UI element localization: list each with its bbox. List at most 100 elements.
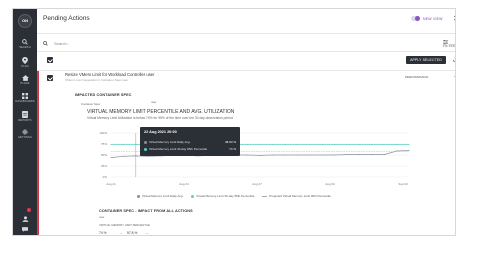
tooltip-date: 22 Aug 2021 20:00 (144, 130, 177, 134)
data-point (358, 143, 360, 145)
x-tick-label: Aug 21 (106, 182, 116, 186)
sidebar-item-dashboards[interactable]: DASHBOARDS (13, 93, 37, 103)
dashboard-icon (22, 93, 28, 99)
data-point (334, 143, 335, 145)
data-point (110, 143, 112, 145)
data-point (259, 143, 261, 145)
x-tick-label: Aug 27 (252, 182, 262, 186)
impacted-name[interactable]: user (151, 100, 156, 104)
data-point (334, 154, 335, 156)
legend-item[interactable]: Virtual Memory Limit 30-day 95th Percent… (191, 194, 254, 198)
data-point (271, 154, 273, 156)
filter-button[interactable]: FILTER (443, 40, 456, 48)
sidebar-item-label: PLACE (20, 82, 30, 85)
legend-item[interactable]: Virtual Memory Limit Daily Avg. (137, 194, 183, 198)
y-tick-label: 25% (101, 164, 107, 168)
data-point (271, 143, 273, 145)
data-point (296, 143, 298, 145)
toggle-knob[interactable] (415, 16, 420, 21)
notification-badge (27, 208, 31, 212)
data-point (247, 154, 249, 156)
data-point (309, 154, 311, 156)
home-icon (21, 75, 29, 81)
data-point (122, 155, 124, 157)
sidebar-item-reports[interactable]: REPORTS (13, 111, 37, 122)
help-button[interactable] (13, 228, 37, 235)
search-icon[interactable] (43, 41, 48, 46)
series-swatch (144, 140, 147, 144)
select-all-checkbox[interactable] (47, 57, 53, 63)
tooltip-row: Virtual Memory Limit Daily Avg. (144, 140, 190, 144)
utilization-chart: 100% 75% 50% 25% 0% Aug 21 Aug 24 Aug 27 Aug 30… (99, 131, 410, 186)
tooltip-label: Virtual Memory Limit Daily Avg. (149, 140, 191, 144)
legend-item[interactable]: Projected Virtual Memory Limit 95th Perc… (262, 194, 331, 198)
y-tick-label: 100% (99, 131, 107, 135)
y-tick-label: 75% (101, 142, 107, 146)
pending-actions-window: ON SEARCH PLAN PLACE DASHBOARDS REPORTS … (12, 8, 456, 236)
data-point (259, 154, 261, 156)
data-point (321, 143, 323, 145)
divider (37, 51, 455, 52)
data-point (346, 143, 348, 145)
chart-tooltip: 22 Aug 2021 20:00 Virtual Memory Limit D… (140, 127, 240, 156)
data-point (110, 157, 112, 159)
x-tick-label: Aug 24 (179, 182, 189, 186)
pin-icon (22, 57, 28, 64)
sidebar-item-search[interactable]: SEARCH (13, 39, 37, 49)
action-checkbox[interactable] (47, 75, 53, 81)
apply-selected-button[interactable]: APPLY SELECTED (406, 56, 446, 64)
impacted-type: Container Spec (81, 102, 101, 106)
data-point (346, 154, 348, 156)
data-point (122, 143, 124, 145)
divider (37, 33, 455, 34)
close-button[interactable]: ✕ (453, 14, 455, 23)
legend-swatch (262, 195, 268, 197)
legend-swatch (137, 194, 140, 198)
legend-swatch (191, 194, 195, 198)
limit-to-percent: 57.8 % (127, 231, 138, 235)
category-label: PERFORMANCE (405, 75, 429, 79)
divider (37, 70, 455, 71)
impact-subtitle: user (99, 215, 105, 219)
sidebar-item-label: PLAN (21, 65, 29, 68)
search-input[interactable]: Search... (54, 41, 70, 46)
search-icon (22, 39, 28, 45)
sidebar-item-place[interactable]: PLACE (13, 75, 37, 85)
sidebar-item-label: SETTINGS (18, 136, 32, 139)
action-subtitle: VMem Limit Congestion in Container Spec … (65, 78, 129, 82)
data-point (408, 150, 410, 152)
data-point (309, 143, 311, 145)
data-point (383, 154, 385, 156)
data-point (371, 143, 373, 145)
y-tick-label: 0% (103, 175, 108, 179)
series-swatch (144, 147, 147, 151)
download-icon[interactable] (453, 55, 456, 62)
filter-label: FILTER (443, 44, 456, 48)
data-point (408, 143, 410, 145)
limit-from-percent: 74 % (99, 231, 107, 235)
sidebar-item-label: SEARCH (19, 46, 31, 49)
chevron-down-icon[interactable]: ⌄ (453, 73, 455, 78)
sidebar-item-settings[interactable]: SETTINGS (13, 129, 37, 139)
limit-arrow: → (119, 231, 123, 235)
legend-label: Virtual Memory Limit Daily Avg. (142, 194, 184, 198)
gear-icon (22, 129, 28, 135)
data-point (383, 143, 385, 145)
limit-arrow: → (145, 231, 149, 235)
severity-bar (37, 71, 39, 235)
chart-subtitle: Virtual Memory Limit Utilization is belo… (87, 116, 233, 120)
data-point (247, 143, 249, 145)
page-title: Pending Actions (43, 15, 90, 22)
data-point (371, 154, 373, 156)
data-point (396, 143, 398, 145)
tooltip-value: 48.03 % (224, 140, 236, 144)
impact-heading: CONTAINER SPEC - IMPACT FROM ALL ACTIONS (99, 209, 193, 213)
data-point (358, 154, 360, 156)
sidebar: ON SEARCH PLAN PLACE DASHBOARDS REPORTS … (13, 9, 37, 235)
new-view-label[interactable]: NEW VIEW (423, 17, 443, 21)
report-icon (22, 111, 28, 118)
x-tick-label: Sep 02 (398, 182, 408, 186)
sidebar-item-plan[interactable]: PLAN (13, 57, 37, 68)
tooltip-value: 74 % (229, 147, 236, 151)
action-title[interactable]: Resize VMem Limit for Workload Controlle… (65, 72, 155, 77)
